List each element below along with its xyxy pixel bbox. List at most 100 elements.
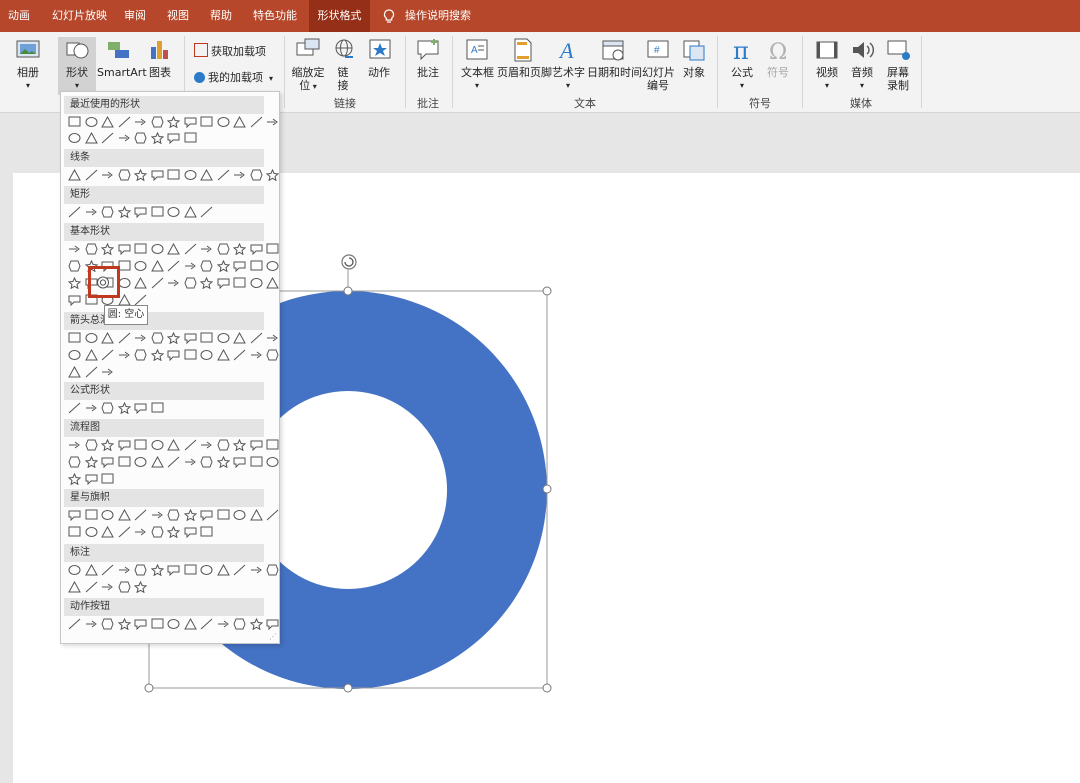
shape-option[interactable] [233,349,246,361]
shape-option[interactable] [233,260,246,273]
shape-option[interactable] [134,439,147,451]
shape-option[interactable] [118,564,131,576]
shape-option[interactable] [200,509,213,522]
shape-option[interactable] [250,277,263,289]
shape-option[interactable] [68,580,81,593]
shape-option[interactable] [184,526,197,539]
shape-option[interactable] [134,132,147,144]
shape-option[interactable] [84,243,98,255]
shape-option[interactable] [167,456,180,468]
shape-option[interactable] [233,564,246,576]
shape-option[interactable] [200,206,213,218]
shape-option[interactable] [217,509,230,521]
shape-option[interactable] [166,331,181,345]
shape-option[interactable] [183,205,197,218]
shape-option[interactable] [233,169,246,181]
shape-option[interactable] [266,332,279,344]
shape-option[interactable] [167,132,180,145]
shape-option[interactable] [250,564,263,576]
shape-option[interactable] [150,116,164,128]
shape-option[interactable] [134,564,147,576]
shape-option[interactable] [134,206,147,219]
shape-option[interactable] [68,349,81,361]
shape-option[interactable] [151,618,164,630]
shape-option[interactable] [199,276,214,290]
shape-option[interactable] [134,276,147,289]
shape-option[interactable] [118,456,131,468]
shape-option[interactable] [151,277,164,289]
shape-option[interactable] [217,116,230,128]
shape-option[interactable] [167,206,180,218]
shape-option[interactable] [68,206,81,218]
shape-option[interactable] [118,332,131,344]
shape-option[interactable] [200,243,213,255]
shape-option[interactable] [167,260,180,272]
shape-option[interactable] [265,168,280,182]
shape-option[interactable] [266,260,279,272]
shape-option[interactable] [151,509,164,521]
shape-option[interactable] [101,331,114,344]
shape-option[interactable] [184,439,197,451]
shape-option[interactable] [216,563,230,576]
shape-option[interactable] [266,349,279,361]
shape-option[interactable] [167,277,180,289]
shape-option[interactable] [134,349,147,361]
shape-option[interactable] [232,438,247,452]
shape-option[interactable] [133,580,148,594]
shape-option[interactable] [151,243,164,255]
shape-option[interactable] [68,332,81,344]
shape-option[interactable] [200,349,213,361]
shape-option[interactable] [184,132,197,144]
shape-option[interactable] [85,581,98,593]
shape-option[interactable] [134,526,147,538]
shape-option[interactable] [233,277,246,289]
shape-option[interactable] [200,332,213,344]
shape-option[interactable] [117,617,131,631]
shape-option[interactable] [85,473,98,486]
shape-option[interactable] [184,456,197,468]
shape-option[interactable] [233,456,246,469]
shape-option[interactable] [118,132,131,144]
shape-option[interactable] [68,509,81,522]
shape-option[interactable] [184,169,197,181]
shape-option[interactable] [266,618,279,631]
shape-option[interactable] [249,169,263,181]
shape-option[interactable] [217,277,230,290]
shape-option[interactable] [233,509,246,521]
shape-option[interactable] [150,455,164,468]
shape-option[interactable] [85,618,98,630]
shape-option[interactable] [101,115,114,128]
shape-option[interactable] [68,564,81,576]
shape-option[interactable] [266,276,279,289]
shape-option[interactable] [134,332,147,344]
shape-option[interactable] [84,439,98,451]
shape-option[interactable] [118,243,131,256]
shape-option[interactable] [150,348,164,362]
shape-option[interactable] [67,276,82,290]
shape-option[interactable] [266,509,279,521]
shape-option[interactable] [200,168,213,181]
shape-option[interactable] [150,332,164,344]
shape-option[interactable] [133,168,148,182]
shape-option[interactable] [101,132,114,144]
shape-option[interactable] [68,243,81,255]
shape-option[interactable] [184,243,197,255]
shape-option[interactable] [200,260,213,272]
shape-option[interactable] [167,618,180,630]
shape-option[interactable] [134,260,147,272]
shape-option[interactable] [85,116,98,128]
shape-option[interactable] [150,563,164,577]
shape-option[interactable] [117,508,131,521]
shape-option[interactable] [68,618,81,630]
shape-option[interactable] [266,564,279,576]
shape-option[interactable] [184,332,197,345]
shape-option[interactable] [166,525,181,539]
shape-option[interactable] [84,455,98,469]
shape-option[interactable] [68,260,81,272]
shape-option[interactable] [151,206,164,218]
shape-option[interactable] [167,349,180,362]
shape-option[interactable] [101,564,114,576]
shape-option[interactable] [134,402,147,415]
shape-option[interactable] [150,259,164,272]
shape-option[interactable] [184,260,197,272]
